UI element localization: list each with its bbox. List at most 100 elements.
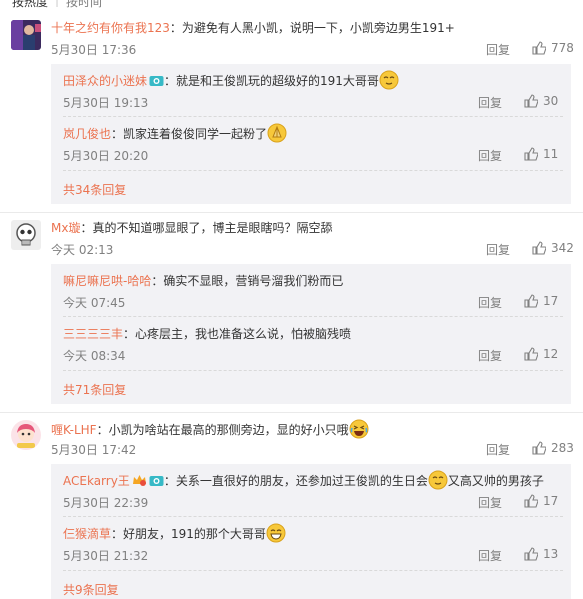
- reply-list: 嘛尼嘛尼哄-哈哈：确实不显眼，营销号溜我们粉而已 今天 07:45 回复 17 …: [51, 264, 571, 404]
- comment-username[interactable]: Mx璇: [51, 221, 80, 235]
- reply-list: 田泽众的小迷妹 ：就是和王俊凯玩的超级好的191大哥哥 5月30日 19:13 回…: [51, 64, 571, 204]
- pray-hands-icon: [267, 123, 287, 143]
- reply-time: 5月30日 22:39: [63, 496, 149, 510]
- reply-button[interactable]: 回复: [478, 147, 502, 164]
- relieved-face-icon: [428, 470, 448, 490]
- more-replies-link[interactable]: 共9条回复: [63, 581, 119, 598]
- like-count: 30: [543, 94, 559, 108]
- sort-hot-tab[interactable]: 按热度: [12, 0, 48, 10]
- thumbs-up-icon: [524, 494, 539, 508]
- reply-divider: [63, 316, 563, 317]
- reply-content: 嘛尼嘛尼哄-哈哈：确实不显眼，营销号溜我们粉而已: [63, 272, 343, 289]
- reply-content: 三三三三丰：心疼层主，我也准备这么说，怕被脑残喷: [63, 325, 351, 342]
- comment-divider: [0, 212, 583, 213]
- like-count: 283: [551, 441, 574, 455]
- reply-text: ：确实不显眼，营销号溜我们粉而已: [151, 274, 344, 288]
- reply-username[interactable]: ACEkarry王: [63, 474, 130, 488]
- reply-divider: [63, 370, 563, 371]
- reply-text-continued: 又高又帅的男孩子: [447, 474, 544, 488]
- reply-button[interactable]: 回复: [478, 347, 502, 364]
- like-count: 17: [543, 494, 559, 508]
- reply-text: ：就是和王俊凯玩的超级好的191大哥哥: [164, 74, 379, 88]
- like-button[interactable]: 778: [532, 41, 574, 55]
- avatar[interactable]: [11, 220, 41, 250]
- thumbs-up-icon: [524, 547, 539, 561]
- reply-button[interactable]: 回复: [486, 41, 510, 58]
- more-replies-link[interactable]: 共34条回复: [63, 181, 126, 198]
- reply-content: 田泽众的小迷妹 ：就是和王俊凯玩的超级好的191大哥哥: [63, 70, 399, 90]
- thumbs-up-icon: [524, 294, 539, 308]
- like-button[interactable]: 12: [524, 347, 558, 361]
- reply-list: ACEkarry王 ：关系一直很好的朋友，还参加过王俊凯的生日会 又高又帅的男孩子 …: [51, 464, 571, 599]
- thumbs-up-icon: [524, 347, 539, 361]
- like-count: 12: [543, 347, 559, 361]
- comment-text: ：为避免有人黑小凯，说明一下，小凯旁边男生191+: [169, 21, 455, 35]
- sort-separator: |: [55, 0, 60, 7]
- sort-time-tab[interactable]: 按时间: [66, 0, 102, 10]
- reply-content: ACEkarry王 ：关系一直很好的朋友，还参加过王俊凯的生日会 又高又帅的男孩子: [63, 470, 544, 490]
- sort-bar: 按热度 | 按时间: [0, 0, 583, 10]
- reply-username[interactable]: 岚几俊也: [63, 127, 111, 141]
- avatar[interactable]: [11, 420, 41, 450]
- reply-time: 今天 07:45: [63, 296, 126, 310]
- reply-time: 5月30日 20:20: [63, 149, 149, 163]
- like-count: 11: [543, 147, 559, 161]
- reply-button[interactable]: 回复: [478, 294, 502, 311]
- grinning-face-icon: [266, 523, 286, 543]
- reply-divider: [63, 170, 563, 171]
- like-button[interactable]: 17: [524, 494, 558, 508]
- thumbs-up-icon: [532, 41, 547, 55]
- laughing-tears-face-icon: [349, 419, 369, 439]
- reply-button[interactable]: 回复: [486, 441, 510, 458]
- avatar[interactable]: [11, 20, 41, 50]
- relieved-face-icon: [379, 70, 399, 90]
- like-count: 13: [543, 547, 559, 561]
- reply-time: 今天 08:34: [63, 349, 126, 363]
- like-button[interactable]: 11: [524, 147, 558, 161]
- like-count: 17: [543, 294, 559, 308]
- reply-button[interactable]: 回复: [486, 241, 510, 258]
- reply-username[interactable]: 田泽众的小迷妹: [63, 74, 147, 88]
- thumbs-up-icon: [524, 94, 539, 108]
- thumbs-up-icon: [524, 147, 539, 161]
- camera-badge-icon: [149, 76, 164, 86]
- reply-divider: [63, 116, 563, 117]
- reply-divider: [63, 516, 563, 517]
- like-button[interactable]: 342: [532, 241, 574, 255]
- reply-text: ：心疼层主，我也准备这么说，怕被脑残喷: [123, 327, 352, 341]
- comment-content: Mx璇：真的不知道哪显眼了，博主是眼瞎吗？隔空舔: [51, 219, 332, 236]
- comment-username[interactable]: 喱K-LHF: [51, 423, 97, 437]
- comment-time: 今天 02:13: [51, 243, 114, 257]
- reply-username[interactable]: 嘛尼嘛尼哄-哈哈: [63, 274, 151, 288]
- reply-content: 岚几俊也：凯家连着俊俊同学一起粉了: [63, 123, 287, 143]
- reply-divider: [63, 570, 563, 571]
- reply-button[interactable]: 回复: [478, 494, 502, 511]
- comment-text: ：真的不知道哪显眼了，博主是眼瞎吗？隔空舔: [80, 221, 333, 235]
- comment-time: 5月30日 17:36: [51, 43, 137, 57]
- thumbs-up-icon: [532, 241, 547, 255]
- comment-content: 十年之约有你有我123：为避免有人黑小凯，说明一下，小凯旁边男生191+: [51, 19, 455, 36]
- reply-username[interactable]: 三三三三丰: [63, 327, 123, 341]
- comment-username[interactable]: 十年之约有你有我123: [51, 21, 170, 35]
- reply-text: ：关系一直很好的朋友，还参加过王俊凯的生日会: [163, 474, 428, 488]
- comment-time: 5月30日 17:42: [51, 443, 137, 457]
- like-button[interactable]: 13: [524, 547, 558, 561]
- reply-username[interactable]: 仨猴滴草: [63, 527, 111, 541]
- comment-text: ：小凯为啥站在最高的那侧旁边，显的好小只哦: [96, 423, 349, 437]
- like-count: 778: [551, 41, 574, 55]
- more-replies-link[interactable]: 共71条回复: [63, 381, 126, 398]
- comment-content: 喱K-LHF：小凯为啥站在最高的那侧旁边，显的好小只哦: [51, 419, 369, 439]
- like-button[interactable]: 283: [532, 441, 574, 455]
- like-button[interactable]: 17: [524, 294, 558, 308]
- camera-badge-icon: [149, 476, 164, 486]
- vip-crown-badge-icon: [132, 475, 146, 486]
- reply-button[interactable]: 回复: [478, 94, 502, 111]
- reply-content: 仨猴滴草：好朋友，191的那个大哥哥: [63, 523, 286, 543]
- like-button[interactable]: 30: [524, 94, 558, 108]
- reply-time: 5月30日 19:13: [63, 96, 149, 110]
- reply-button[interactable]: 回复: [478, 547, 502, 564]
- reply-time: 5月30日 21:32: [63, 549, 149, 563]
- thumbs-up-icon: [532, 441, 547, 455]
- comment-divider: [0, 412, 583, 413]
- like-count: 342: [551, 241, 574, 255]
